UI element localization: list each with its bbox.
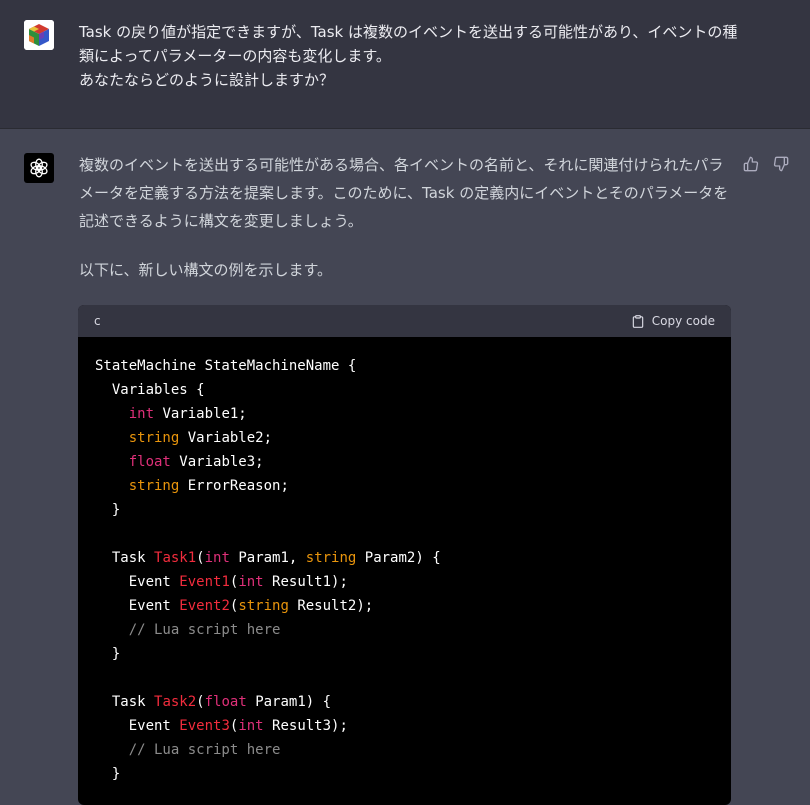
code-language-label: c — [94, 314, 101, 328]
code-token: Variable1; — [154, 406, 247, 422]
code-token: Task2 — [154, 694, 197, 710]
code-token: Task1 — [154, 550, 197, 566]
code-token: string — [305, 550, 357, 566]
code-token: Event — [95, 598, 180, 614]
code-token: StateMachine StateMachineName { — [95, 358, 357, 374]
openai-logo-icon — [24, 153, 54, 183]
code-token: Param1, — [229, 550, 306, 566]
cube-avatar-icon — [24, 20, 54, 50]
assistant-paragraph-2: 以下に、新しい構文の例を示します。 — [79, 261, 333, 279]
clipboard-icon — [631, 314, 645, 329]
code-line: } — [95, 762, 714, 786]
code-line: Task Task1(int Param1, string Param2) { — [95, 546, 714, 570]
code-token: int — [204, 550, 230, 566]
code-token: Variable2; — [179, 430, 273, 446]
code-token: string — [128, 430, 180, 446]
thumbs-up-icon[interactable] — [743, 156, 759, 172]
code-token: Task — [95, 550, 155, 566]
code-line: string ErrorReason; — [95, 474, 714, 498]
code-line: // Lua script here — [95, 738, 714, 762]
code-line: Event Event1(int Result1); — [95, 570, 714, 594]
code-line: } — [95, 498, 714, 522]
code-token: } — [95, 766, 121, 782]
code-line: // Lua script here — [95, 618, 714, 642]
code-token: Param1) { — [246, 694, 332, 710]
code-line: Variables { — [95, 378, 714, 402]
code-token: Event — [95, 574, 180, 590]
code-token: Event2 — [179, 598, 230, 614]
assistant-paragraph-1: 複数のイベントを送出する可能性がある場合、各イベントの名前と、それに関連付けられ… — [79, 156, 729, 230]
code-token: Result2); — [288, 598, 374, 614]
code-token: float — [204, 694, 247, 710]
code-token: float — [128, 454, 171, 470]
code-token: Event3 — [179, 718, 230, 734]
code-token: Result1); — [263, 574, 348, 590]
code-token: Variable3; — [170, 454, 264, 470]
user-message-text: Task の戻り値が指定できますが、Task は複数のイベントを送出する可能性が… — [79, 23, 738, 89]
code-token: int — [128, 406, 155, 422]
code-token: ( — [196, 694, 205, 710]
code-content: StateMachine StateMachineName { Variable… — [78, 337, 731, 803]
code-token: // Lua script here — [95, 622, 281, 638]
code-line: Event Event2(string Result2); — [95, 594, 714, 618]
code-token: ErrorReason; — [179, 478, 289, 494]
code-line: Task Task2(float Param1) { — [95, 690, 714, 714]
user-message: Task の戻り値が指定できますが、Task は複数のイベントを送出する可能性が… — [0, 0, 810, 129]
thumbs-down-icon[interactable] — [773, 156, 789, 172]
code-token: // Lua script here — [95, 742, 281, 758]
copy-code-button[interactable]: Copy code — [631, 314, 715, 329]
assistant-message: 複数のイベントを送出する可能性がある場合、各イベントの名前と、それに関連付けられ… — [0, 129, 810, 805]
code-line: string Variable2; — [95, 426, 714, 450]
code-line: int Variable1; — [95, 402, 714, 426]
code-line: float Variable3; — [95, 450, 714, 474]
code-token: int — [238, 718, 264, 734]
code-token: int — [238, 574, 264, 590]
code-token: Param2) { — [356, 550, 441, 566]
code-line: Event Event3(int Result3); — [95, 714, 714, 738]
code-block-header: c Copy code — [78, 305, 731, 337]
code-token: ( — [196, 550, 205, 566]
code-token: } — [95, 502, 121, 518]
code-token: Event1 — [179, 574, 230, 590]
copy-code-label: Copy code — [651, 314, 715, 328]
code-line: } — [95, 642, 714, 666]
code-block: c Copy code StateMachine StateMachineNam… — [78, 305, 731, 805]
code-token: Variables { — [95, 382, 205, 398]
code-token: } — [95, 646, 121, 662]
code-token: string — [238, 598, 289, 614]
code-token: string — [128, 478, 180, 494]
code-line: StateMachine StateMachineName { — [95, 354, 714, 378]
code-token: Task — [95, 694, 155, 710]
feedback-buttons — [743, 156, 789, 172]
code-token: Event — [95, 718, 180, 734]
code-token: Result3); — [263, 718, 348, 734]
